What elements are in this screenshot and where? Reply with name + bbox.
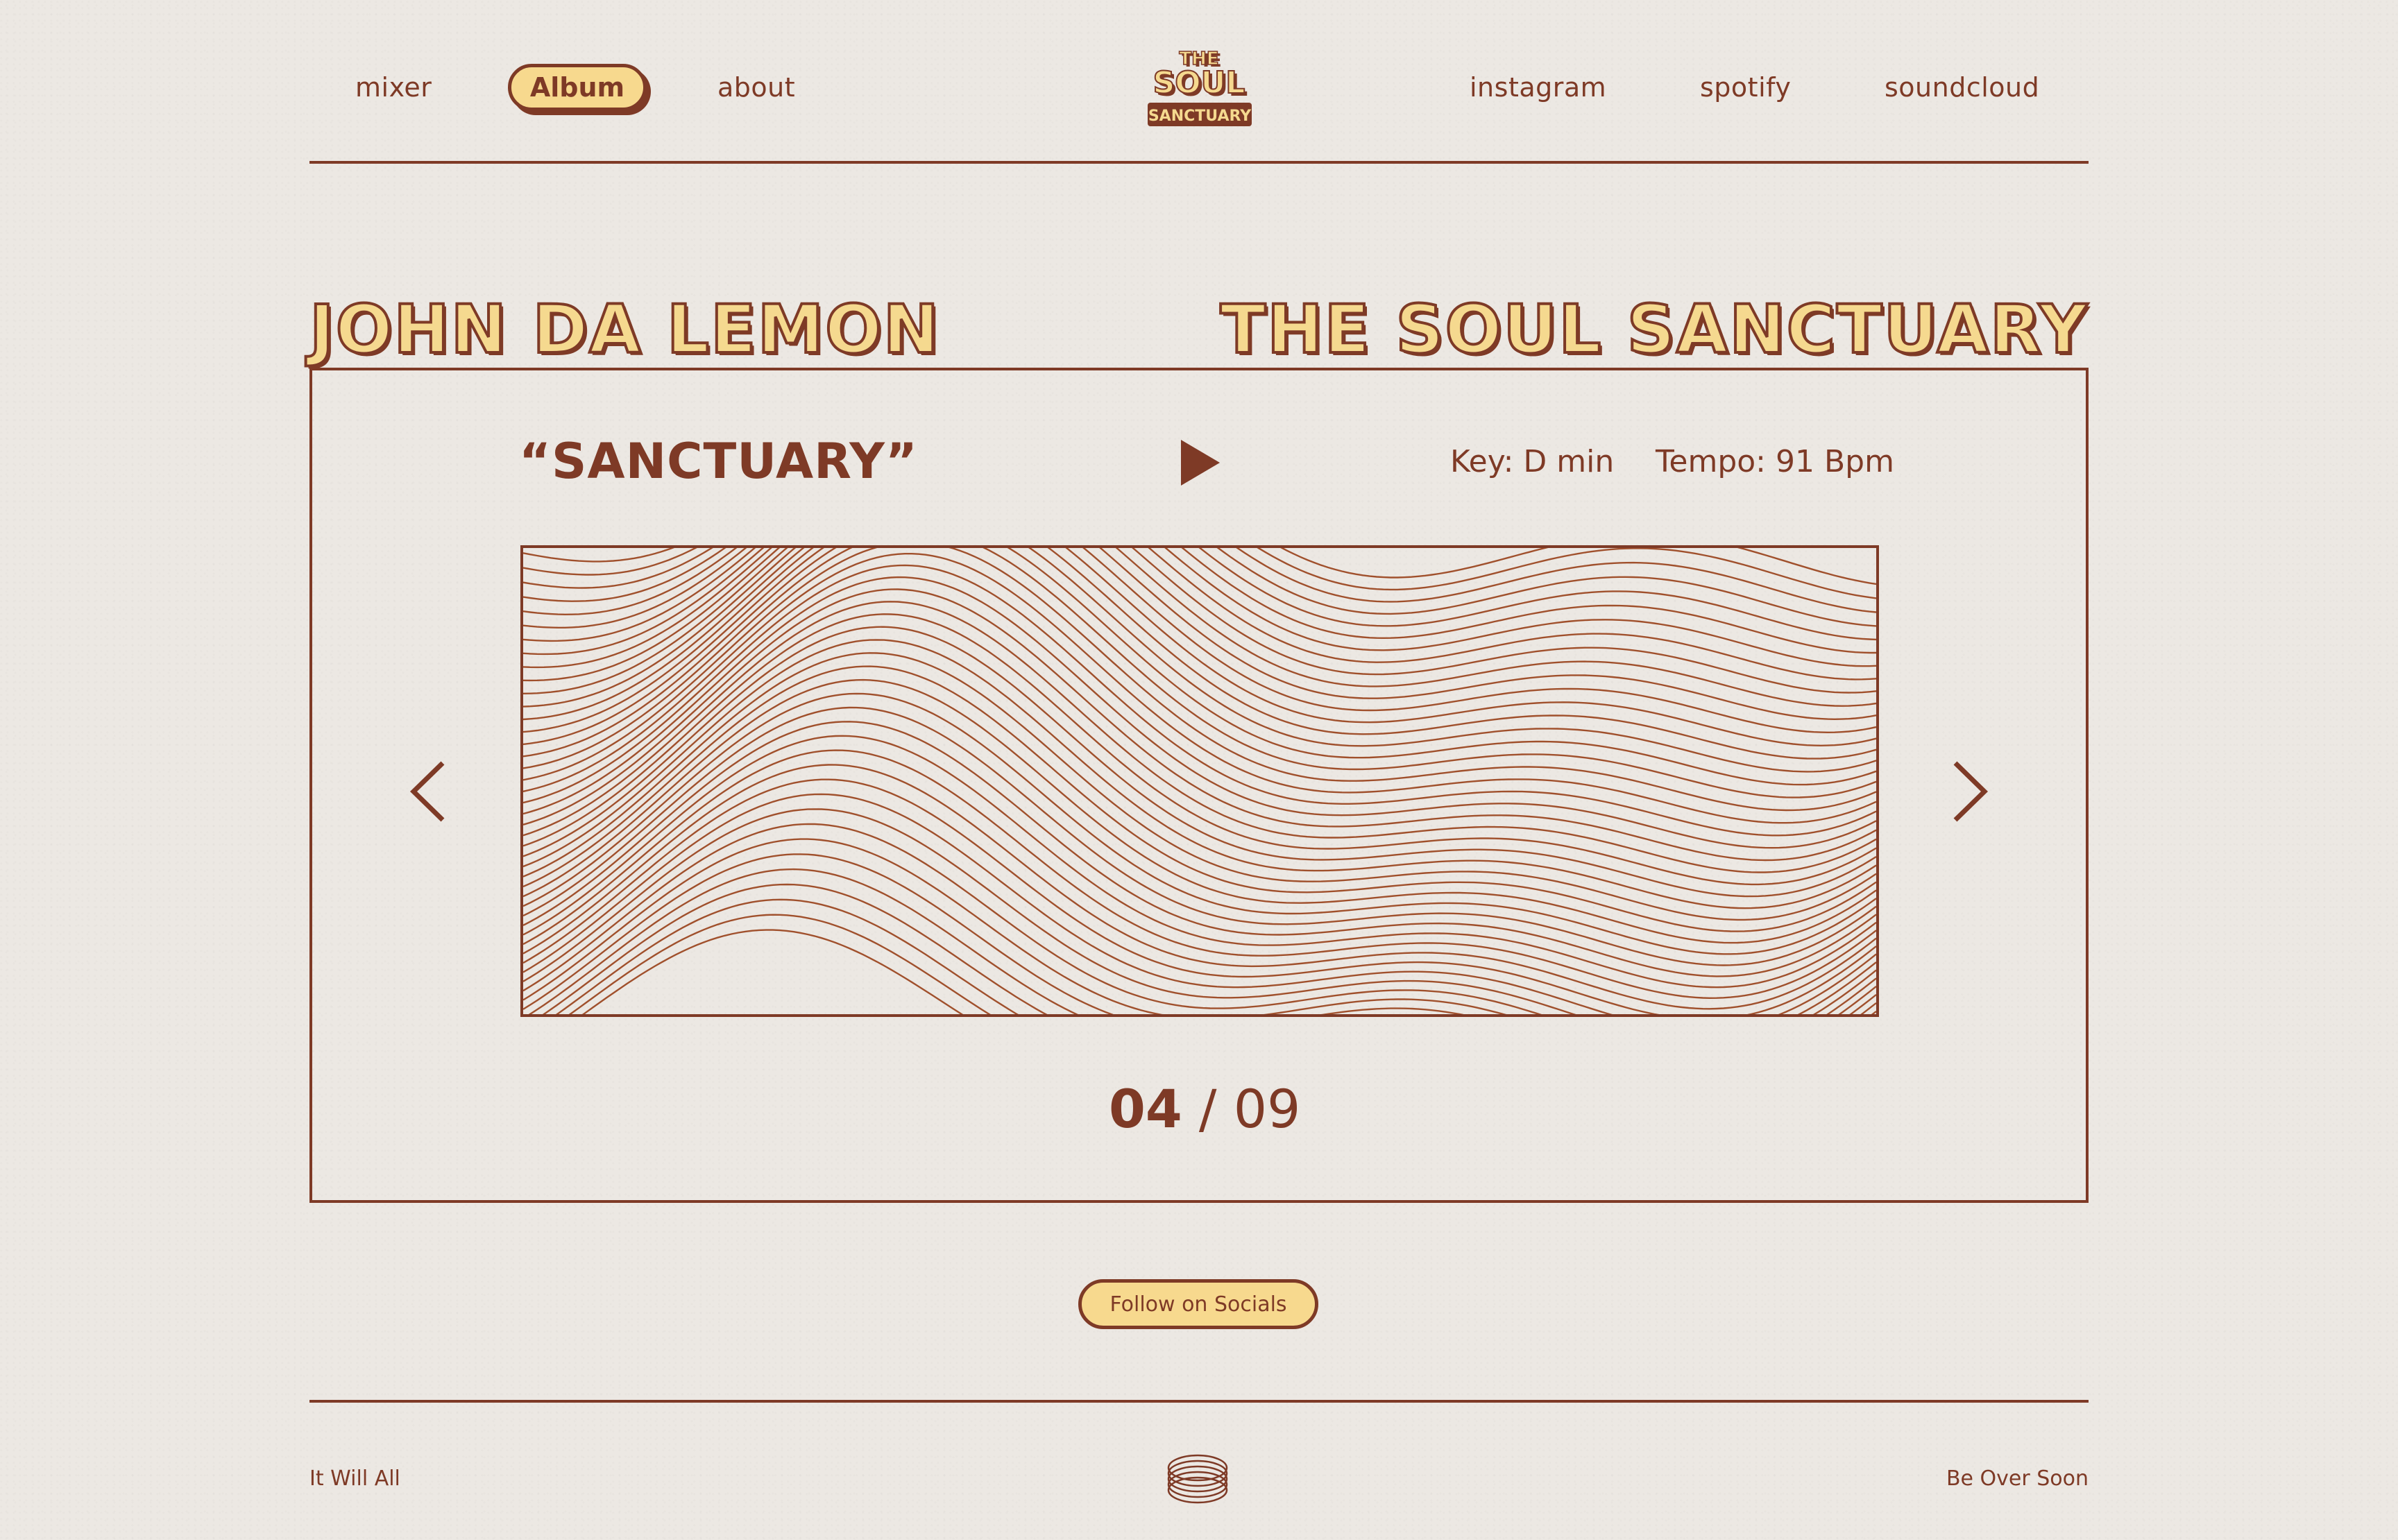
nav-soundcloud[interactable]: soundcloud (1885, 67, 2039, 108)
wave-line (523, 793, 1876, 1014)
track-total: 09 (1233, 1078, 1301, 1140)
track-current: 04 (1109, 1078, 1182, 1140)
logo-text-sanctuary: SANCTUARY (1148, 108, 1252, 125)
nav-album-active[interactable]: Album (508, 64, 647, 111)
footer-right-text: Be Over Soon (1946, 1466, 2089, 1491)
rings-icon (1167, 1454, 1228, 1504)
nav-mixer[interactable]: mixer (355, 67, 432, 108)
logo-text-soul-front: SOUL (1153, 65, 1245, 101)
wave-line (523, 548, 1876, 694)
wave-line (528, 868, 1876, 1014)
nav-album-label: Album (529, 72, 625, 103)
artist-name: JOHN DA LEMON (308, 290, 941, 369)
header-divider (309, 161, 2089, 164)
track-counter: 04 / 09 (1109, 1078, 1300, 1140)
wave-line (523, 639, 1876, 909)
album-artwork (520, 545, 1879, 1017)
play-icon[interactable] (1180, 438, 1221, 487)
footer-left-text: It Will All (309, 1466, 400, 1491)
wave-line (523, 838, 1876, 1014)
follow-socials-label: Follow on Socials (1109, 1292, 1287, 1317)
nav-about[interactable]: about (717, 67, 795, 108)
wave-line-art (523, 548, 1876, 1014)
wave-line (568, 914, 991, 1014)
wave-line (523, 548, 1876, 721)
wave-line (523, 853, 1876, 1014)
nav-instagram[interactable]: instagram (1470, 67, 1606, 108)
track-key: Key: D min (1450, 444, 1615, 479)
nav-spotify[interactable]: spotify (1700, 67, 1791, 108)
chevron-right-icon[interactable] (1948, 760, 1991, 823)
wave-line (523, 564, 1876, 837)
track-title: “SANCTUARY” (519, 433, 918, 490)
chevron-left-icon[interactable] (407, 760, 450, 823)
logo[interactable]: THE THE SOUL SOUL SANCTUARY (1143, 46, 1256, 129)
wave-line (523, 778, 1876, 1014)
track-tempo: Tempo: 91 Bpm (1656, 444, 1894, 479)
wave-line (523, 652, 1876, 921)
track-separator: / (1182, 1078, 1234, 1140)
footer-divider (309, 1400, 2089, 1403)
album-title: THE SOUL SANCTUARY (1219, 290, 2089, 369)
follow-socials-button[interactable]: Follow on Socials (1078, 1279, 1318, 1329)
